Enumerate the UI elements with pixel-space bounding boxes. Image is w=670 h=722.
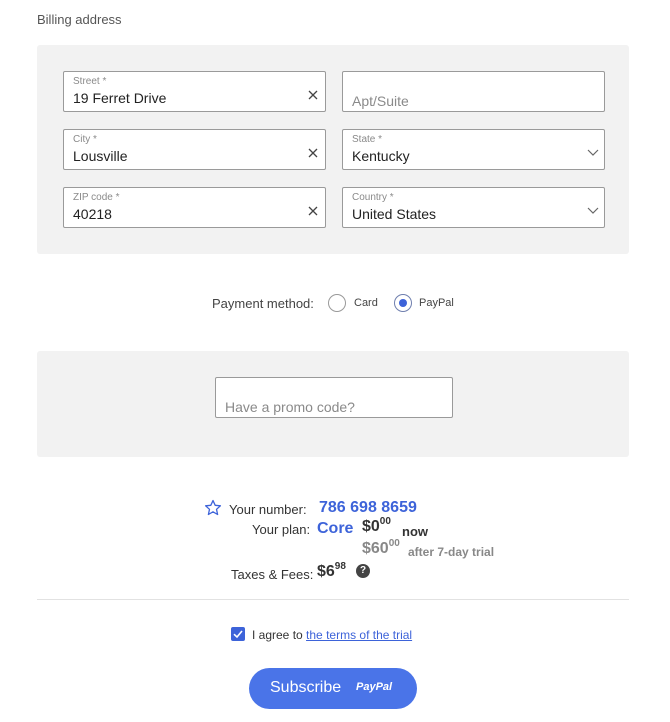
- payment-method-row: Payment method: Card PayPal: [0, 293, 670, 315]
- chevron-down-icon[interactable]: [587, 149, 599, 157]
- promo-code-input[interactable]: Have a promo code?: [215, 377, 453, 418]
- price-now-dollars: $0: [362, 518, 380, 535]
- paypal-radio[interactable]: [394, 294, 412, 312]
- taxes-fees-label: Taxes & Fees:: [231, 567, 314, 582]
- price-later-dollars: $60: [362, 540, 389, 557]
- street-value: 19 Ferret Drive: [73, 90, 167, 106]
- chevron-down-icon[interactable]: [587, 207, 599, 215]
- help-icon[interactable]: ?: [356, 564, 370, 578]
- payment-method-label: Payment method:: [212, 296, 314, 311]
- plan-name: Core: [317, 520, 354, 537]
- price-now-cents: 00: [379, 516, 391, 527]
- terms-link[interactable]: the terms of the trial: [306, 628, 412, 642]
- clear-icon[interactable]: [307, 89, 319, 101]
- subscribe-button[interactable]: Subscribe PayPal: [249, 668, 417, 709]
- price-after-trial-label: after 7-day trial: [408, 545, 495, 559]
- fees-dollars: $6: [317, 563, 335, 580]
- divider: [37, 599, 629, 600]
- card-radio-label[interactable]: Card: [354, 297, 378, 309]
- street-field[interactable]: Street * 19 Ferret Drive: [63, 71, 326, 112]
- price-later-cents: 00: [388, 538, 400, 549]
- phone-number: 786 698 8659: [319, 499, 417, 516]
- your-plan-label: Your plan:: [252, 522, 311, 537]
- price-now-label: now: [402, 524, 428, 539]
- fees-cents: 98: [334, 561, 346, 572]
- country-value: United States: [352, 206, 437, 222]
- subscribe-label: Subscribe: [270, 679, 342, 696]
- country-label: Country *: [352, 192, 394, 203]
- star-icon[interactable]: [204, 499, 222, 517]
- zip-code-field[interactable]: ZIP code * 40218: [63, 187, 326, 228]
- city-label: City *: [73, 134, 97, 145]
- street-label: Street *: [73, 76, 107, 87]
- apt-suite-field[interactable]: Apt/Suite: [342, 71, 605, 112]
- state-value: Kentucky: [352, 148, 410, 164]
- state-label: State *: [352, 134, 383, 145]
- promo-code-placeholder: Have a promo code?: [225, 399, 355, 415]
- paypal-logo: PayPal: [356, 681, 393, 693]
- card-radio[interactable]: [328, 294, 346, 312]
- state-select[interactable]: State * Kentucky: [342, 129, 605, 170]
- billing-address-title: Billing address: [37, 12, 122, 27]
- city-field[interactable]: City * Lousville: [63, 129, 326, 170]
- country-select[interactable]: Country * United States: [342, 187, 605, 228]
- apt-suite-placeholder: Apt/Suite: [352, 93, 409, 109]
- your-number-label: Your number:: [229, 502, 307, 517]
- agree-text: I agree to the terms of the trial: [252, 628, 412, 642]
- city-value: Lousville: [73, 148, 128, 164]
- checkmark-icon: [233, 630, 243, 639]
- clear-icon[interactable]: [307, 147, 319, 159]
- price-after-trial: $6000: [362, 538, 400, 558]
- zip-code-label: ZIP code *: [73, 192, 120, 203]
- agree-checkbox[interactable]: [231, 627, 245, 641]
- paypal-radio-label[interactable]: PayPal: [419, 297, 454, 309]
- zip-code-value: 40218: [73, 206, 112, 222]
- agree-prefix: I agree to: [252, 628, 303, 642]
- clear-icon[interactable]: [307, 205, 319, 217]
- price-now: $000: [362, 516, 391, 536]
- taxes-fees-value: $698: [317, 561, 346, 581]
